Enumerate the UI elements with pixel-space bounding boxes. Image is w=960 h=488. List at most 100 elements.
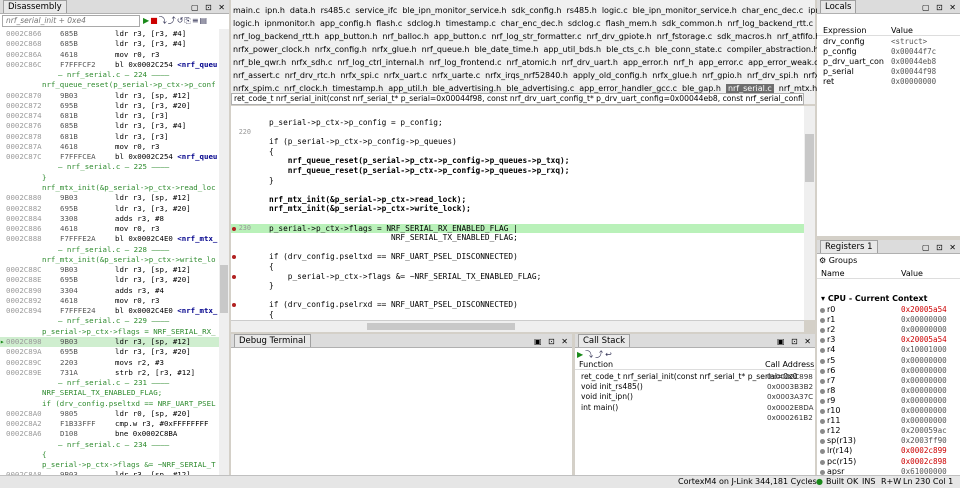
code-line[interactable]: nrf_mtx_init(&p_serial->p_ctx->write_loc… [231,204,804,214]
call-stack-row[interactable]: ret_code_t nrf_serial_init(const nrf_ser… [579,372,813,382]
file-tab[interactable]: nrfx_config.h [315,45,367,54]
disassembly-row[interactable]: 0002C868 685B ldr r3, [r3, #4] [0,39,219,49]
file-tab[interactable]: rs485.h [566,6,596,15]
call-stack-row[interactable]: 0x000261B2 [579,413,813,423]
disassembly-row[interactable]: 0002C876 685B ldr r3, [r3, #4] [0,121,219,131]
breakpoint-icon[interactable] [232,255,236,260]
register-row[interactable]: r0 0x20005a54 [817,305,960,315]
file-tab[interactable]: app_button.h [324,32,377,41]
file-tab[interactable]: apply_old_config.h [573,71,647,80]
file-tab[interactable]: nrfx_uarte.c [432,71,480,80]
disassembly-row[interactable]: 0002C874 681B ldr r3, [r3] [0,111,219,121]
disassembly-row[interactable]: 0002C89E 731A strb r2, [r3, #12] [0,368,219,378]
code-line[interactable]: nrf_queue_reset(p_serial->p_ctx->p_confi… [231,166,804,176]
name-column-header[interactable]: Name [821,268,845,279]
file-tab[interactable]: nrf_h [673,58,693,67]
register-row[interactable]: r10 0x00000000 [817,406,960,416]
code-editor[interactable]: p_serial->p_ctx->p_config = p_config; 220… [231,106,804,320]
file-tab[interactable]: nrf_serial.c [725,84,774,93]
file-tab[interactable]: sdk_config.h [512,6,562,15]
file-tab[interactable]: nrfx_spi.c [340,71,378,80]
debug-terminal-tab[interactable]: Debug Terminal [234,334,311,347]
file-tab[interactable]: nrf_log_backend_rtt.c [727,19,813,28]
file-tab[interactable]: ble_date_time.h [475,45,539,54]
function-column-header[interactable]: Function [579,359,613,370]
file-tab[interactable]: timestamp.c [446,19,496,28]
file-tab[interactable]: nrfx_irqs_nrf52840.h [485,71,568,80]
file-tab[interactable]: nrfx_spim.c [233,84,279,93]
register-row[interactable]: pc(r15) 0x0002c898 [817,457,960,467]
address-column-header[interactable]: Call Address [765,359,814,370]
file-tab[interactable]: app_config.h [320,19,371,28]
file-tab[interactable]: nrf_fstorage.c [657,32,712,41]
file-tab[interactable]: nrf_mtx.h [779,84,817,93]
disassembly-row[interactable]: 0002C8A6 D108 bne 0x0002C8BA [0,429,219,439]
file-tab[interactable]: sdk_common.h [662,19,722,28]
code-line[interactable]: p_serial->p_ctx->flags &= ~NRF_SERIAL_TX… [231,272,804,282]
expression-column-header[interactable]: Expression [823,25,866,36]
value-column-header[interactable]: Value [891,25,913,36]
code-line[interactable]: { [231,147,804,157]
code-line[interactable] [231,185,804,195]
local-variable-row[interactable]: p_config 0x00044f7c [817,47,960,57]
code-line[interactable]: nrf_queue_reset(p_serial->p_ctx->p_confi… [231,156,804,166]
file-tab[interactable]: app_util.h [388,84,427,93]
disassembly-row[interactable]: 0002C89A 695B ldr r3, [r3, #20] [0,347,219,357]
disassembly-row[interactable]: 0002C87C F7FFFCEA bl 0x0002C254 <nrf_queu [0,152,219,162]
disassembly-row[interactable]: 0002C89C 2203 movs r2, #3 [0,358,219,368]
register-row[interactable]: sp(r13) 0x2003ff90 [817,436,960,446]
panel-controls-icon[interactable]: ▢ ⊡ ✕ [922,1,958,15]
file-tab[interactable]: sdclog.c [568,19,601,28]
register-row[interactable]: r12 0x200059ac [817,426,960,436]
local-variable-row[interactable]: ret 0x00000000 [817,77,960,87]
register-row[interactable]: r2 0x00000000 [817,325,960,335]
file-tab[interactable]: nrf_atfifo.h [777,32,820,41]
disassembly-scrollbar[interactable] [219,29,229,475]
file-tab[interactable]: ble_advertising.h [433,84,502,93]
file-tab[interactable]: char_enc_dec.c [742,6,803,15]
file-tab[interactable]: nrfx_glue.h [652,71,697,80]
stop-icon[interactable]: ■ [150,16,159,25]
registers-tab[interactable]: Registers 1 [820,240,878,253]
code-line[interactable]: { [231,310,804,320]
call-stack-row[interactable]: void init_rs485() 0x0003B3B2 [579,382,813,392]
code-line[interactable]: NRF_SERIAL_TX_ENABLED_FLAG; [231,233,804,243]
file-tab[interactable]: main.c [233,6,260,15]
file-tab[interactable]: app_button.c [434,32,486,41]
register-row[interactable]: r5 0x00000000 [817,356,960,366]
disassembly-row[interactable]: 0002C898 9B03 ldr r3, [sp, #12] ▸ [0,336,219,348]
disassembly-row[interactable]: 0002C86A 4618 mov r0, r3 [0,50,219,60]
file-tab[interactable]: nrf_atomic.h [507,58,557,67]
local-variable-row[interactable]: drv_config <struct> [817,37,960,47]
file-tab[interactable]: nrfx_uart.c [384,71,427,80]
code-line[interactable]: 230 p_serial->p_ctx->flags = NRF_SERIAL_R… [231,223,804,234]
file-tab[interactable]: nrf_drv_uart.h [562,58,618,67]
register-row[interactable]: r11 0x00000000 [817,416,960,426]
register-row[interactable]: r9 0x00000000 [817,396,960,406]
breakpoint-icon[interactable] [232,274,236,279]
disassembly-tab[interactable]: Disassembly [3,0,67,13]
step-icons[interactable]: ⤵⤴↺⎘≡▤ [159,16,208,25]
local-variable-row[interactable]: p_serial 0x00044f98 [817,67,960,77]
call-stack-row[interactable]: int main() 0x0002E8DA [579,403,814,413]
value-column-header[interactable]: Value [901,268,923,279]
disassembly-row[interactable]: 0002C8A2 F1B33FFF cmp.w r3, #0xFFFFFFFF [0,419,219,429]
register-group-header[interactable]: ▾ CPU - Current Context [821,294,927,303]
file-tab[interactable]: app_util_bds.h [543,45,601,54]
file-tab[interactable]: nrf_ble_qwr.h [233,58,286,67]
disassembly-row[interactable]: 0002C890 3304 adds r3, #4 [0,286,219,296]
file-tab[interactable]: service_ifc [355,6,397,15]
register-row[interactable]: apsr 0x61000000 [817,467,960,475]
file-tab[interactable]: ble_conn_state.c [655,45,722,54]
groups-label[interactable]: Groups [829,256,858,265]
file-tab[interactable]: timestamp.h [332,84,383,93]
code-line[interactable]: 220 [231,128,804,138]
file-tab[interactable]: app_error.c [699,58,744,67]
disassembly-row[interactable]: 0002C882 695B ldr r3, [r3, #20] [0,204,219,214]
panel-controls-icon[interactable]: ▢ ⊡ ✕ [191,1,227,15]
panel-controls-icon[interactable]: ▣ ⊡ ✕ [777,335,813,349]
editor-vertical-scrollbar[interactable] [804,106,815,320]
call-stack-row[interactable]: void init_ipn() 0x0003A37C [579,392,813,402]
code-line[interactable]: if (drv_config.pselrxd == NRF_UART_PSEL_… [231,300,804,310]
disassembly-search-input[interactable]: nrf_serial_init + 0xe4 [2,15,140,27]
